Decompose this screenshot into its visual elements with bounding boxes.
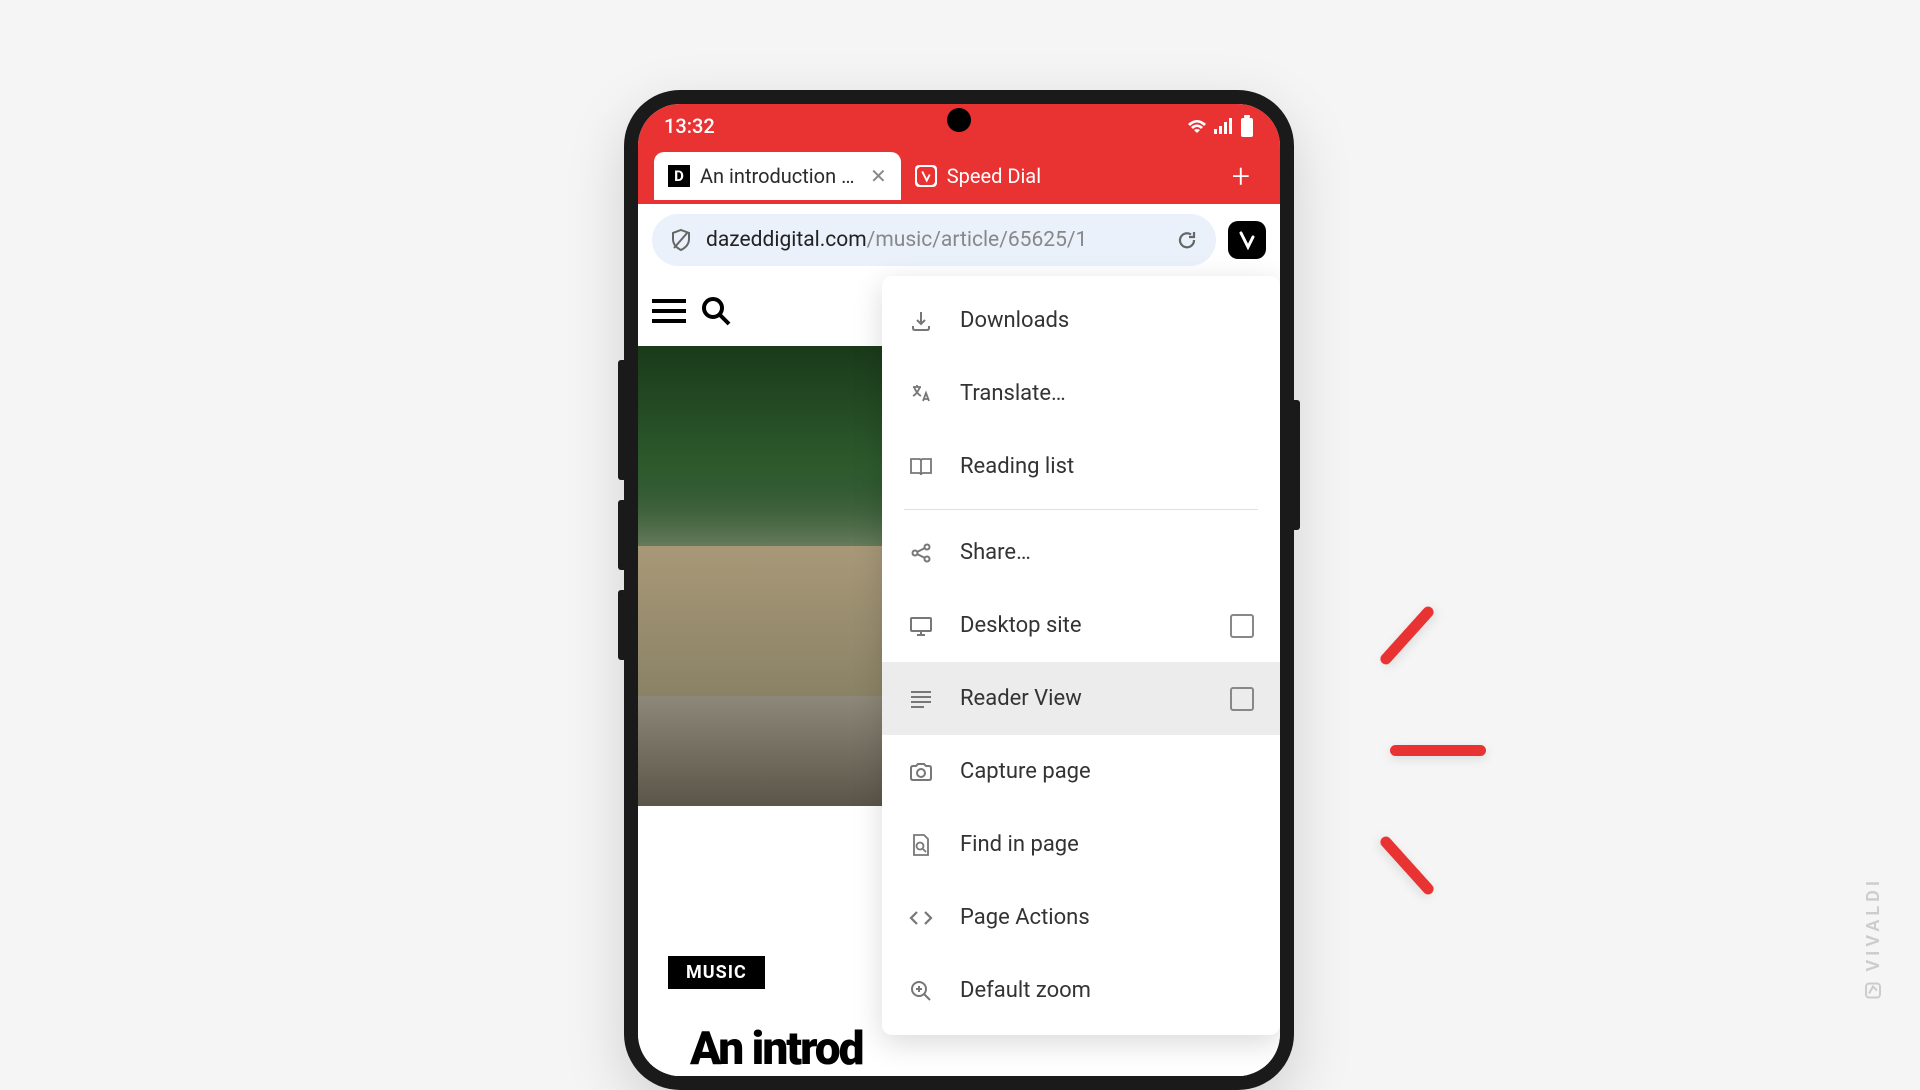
menu-desktop-site[interactable]: Desktop site (882, 589, 1280, 662)
menu-label: Reading list (960, 454, 1254, 479)
tab-speed-dial[interactable]: Speed Dial (901, 152, 1055, 200)
status-time: 13:32 (664, 114, 715, 138)
new-tab-button[interactable]: + (1218, 157, 1264, 195)
menu-reader-view[interactable]: Reader View (882, 662, 1280, 735)
category-badge: MUSIC (668, 956, 765, 989)
desktop-icon (908, 613, 934, 639)
menu-label: Translate… (960, 381, 1254, 406)
share-icon (908, 540, 934, 566)
vivaldi-menu-button[interactable] (1228, 221, 1266, 259)
tab-active[interactable]: D An introduction to D ✕ (654, 152, 901, 200)
checkbox[interactable] (1230, 687, 1254, 711)
tab-title: An introduction to D (700, 164, 860, 188)
reader-icon (908, 686, 934, 712)
address-bar[interactable]: dazeddigital.com/music/article/65625/1 (652, 214, 1216, 266)
phone-side-button (618, 500, 624, 570)
wifi-icon (1186, 117, 1208, 135)
menu-share[interactable]: Share… (882, 516, 1280, 589)
tab-title: Speed Dial (947, 164, 1041, 188)
reading-list-icon (908, 454, 934, 480)
menu-translate[interactable]: Translate… (882, 357, 1280, 430)
shield-icon (670, 228, 692, 252)
hamburger-icon[interactable] (652, 298, 686, 324)
battery-icon (1240, 115, 1254, 137)
checkbox[interactable] (1230, 614, 1254, 638)
menu-reading-list[interactable]: Reading list (882, 430, 1280, 503)
dropdown-menu: Downloads Translate… Reading list (882, 276, 1280, 1035)
code-icon (908, 905, 934, 931)
reload-icon[interactable] (1176, 229, 1198, 251)
close-icon[interactable]: ✕ (870, 164, 887, 188)
attention-line (1378, 604, 1436, 666)
phone-screen: 13:32 D An introduction to D ✕ Speed Dia… (638, 104, 1280, 1076)
menu-label: Page Actions (960, 905, 1254, 930)
menu-default-zoom[interactable]: Default zoom (882, 954, 1280, 1027)
menu-label: Capture page (960, 759, 1254, 784)
signal-icon (1214, 118, 1234, 134)
vivaldi-icon (915, 165, 937, 187)
menu-divider (904, 509, 1258, 510)
attention-line (1378, 834, 1436, 896)
menu-label: Share… (960, 540, 1254, 565)
attention-line (1390, 745, 1486, 756)
menu-label: Downloads (960, 308, 1254, 333)
menu-downloads[interactable]: Downloads (882, 284, 1280, 357)
download-icon (908, 308, 934, 334)
vivaldi-watermark: VIVALDI (1863, 877, 1884, 1000)
url-text: dazeddigital.com/music/article/65625/1 (706, 228, 1162, 252)
menu-label: Desktop site (960, 613, 1204, 638)
phone-frame: 13:32 D An introduction to D ✕ Speed Dia… (624, 90, 1294, 1090)
phone-volume-button (618, 360, 624, 480)
menu-find-in-page[interactable]: Find in page (882, 808, 1280, 881)
camera-hole (947, 108, 971, 132)
status-icons (1186, 115, 1254, 137)
phone-side-button (618, 590, 624, 660)
menu-label: Find in page (960, 832, 1254, 857)
address-bar-container: dazeddigital.com/music/article/65625/1 (638, 204, 1280, 276)
find-icon (908, 832, 934, 858)
search-icon[interactable] (700, 295, 732, 327)
zoom-icon (908, 978, 934, 1004)
translate-icon (908, 381, 934, 407)
camera-icon (908, 759, 934, 785)
menu-page-actions[interactable]: Page Actions (882, 881, 1280, 954)
page-content: MUSIC An introd Downloads Translate… (638, 276, 1280, 1076)
menu-capture-page[interactable]: Capture page (882, 735, 1280, 808)
menu-label: Default zoom (960, 978, 1254, 1003)
tab-favicon: D (668, 165, 690, 187)
phone-power-button (1294, 400, 1300, 530)
tab-strip: D An introduction to D ✕ Speed Dial + (638, 148, 1280, 204)
menu-label: Reader View (960, 686, 1204, 711)
